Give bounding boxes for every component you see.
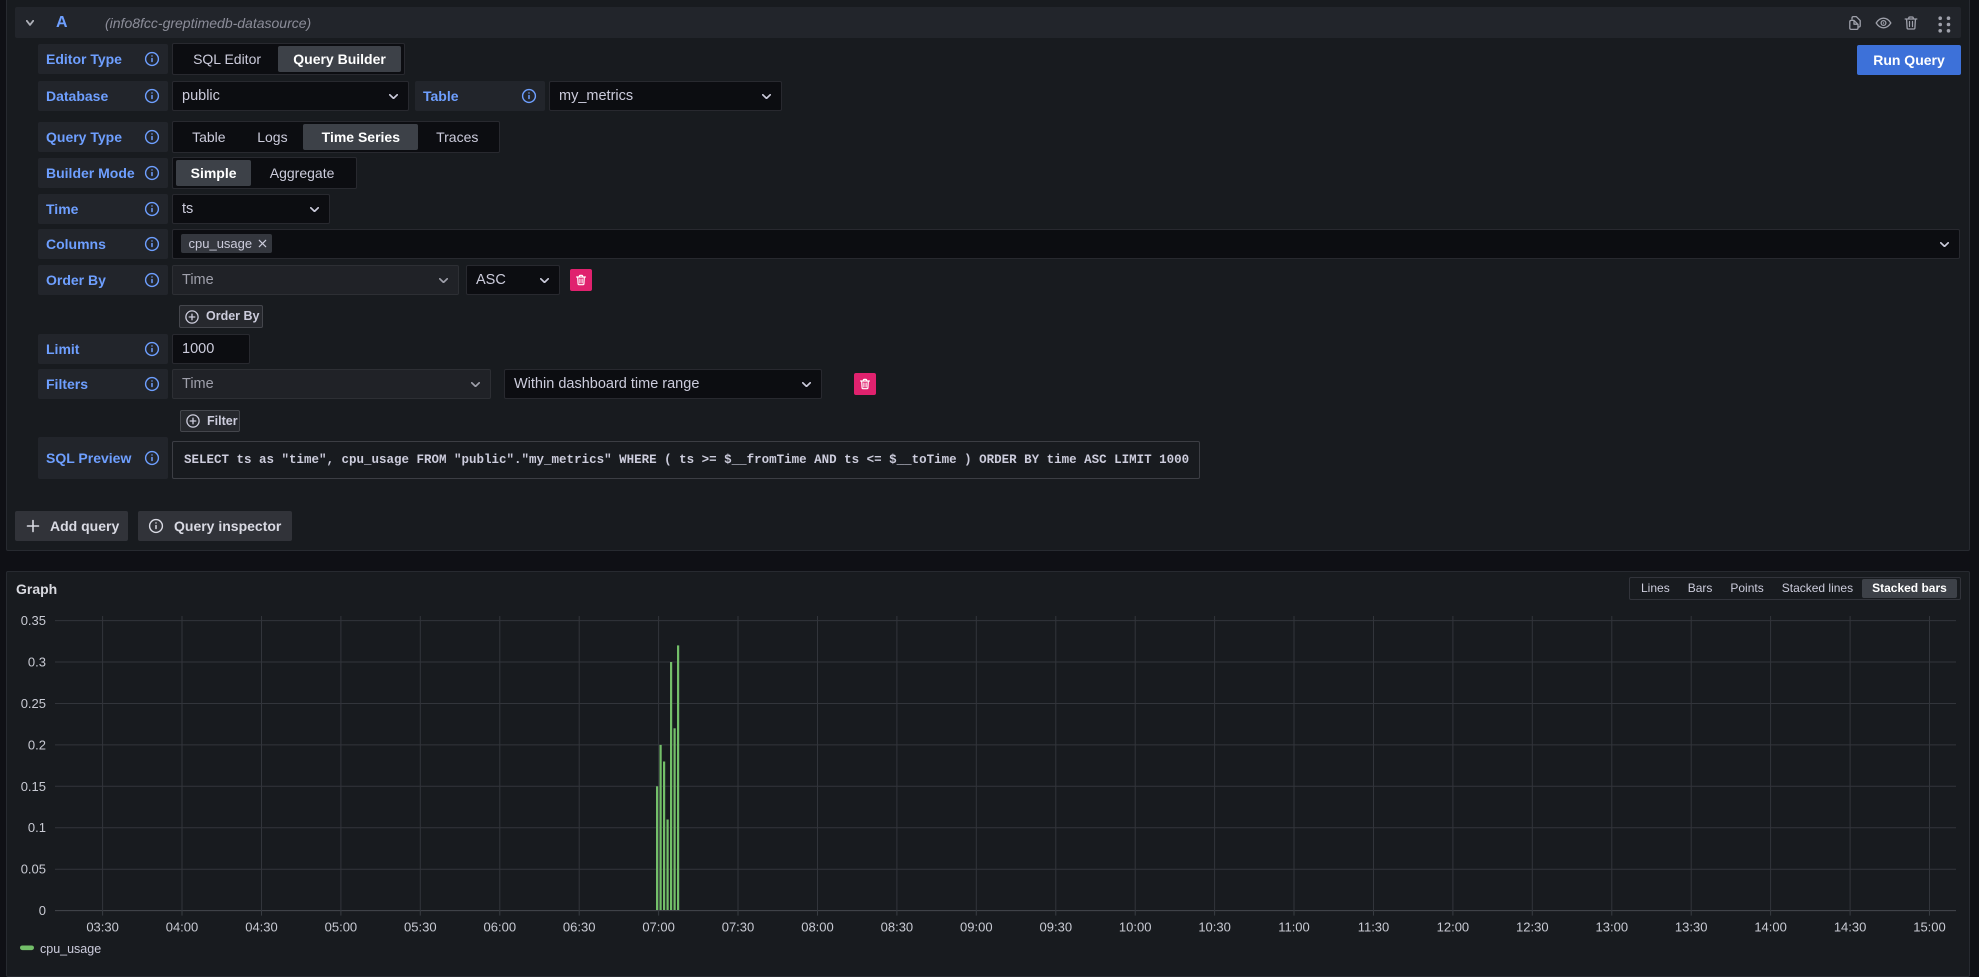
- svg-text:0.35: 0.35: [21, 613, 46, 628]
- svg-text:13:00: 13:00: [1596, 920, 1629, 935]
- svg-text:09:30: 09:30: [1040, 920, 1073, 935]
- svg-text:13:30: 13:30: [1675, 920, 1708, 935]
- svg-text:0.1: 0.1: [28, 820, 46, 835]
- svg-text:11:30: 11:30: [1358, 920, 1390, 935]
- svg-text:0.3: 0.3: [28, 655, 46, 670]
- svg-text:05:30: 05:30: [404, 920, 437, 935]
- svg-text:0.2: 0.2: [28, 737, 46, 752]
- svg-text:04:00: 04:00: [166, 920, 199, 935]
- svg-text:06:00: 06:00: [484, 920, 517, 935]
- svg-text:0: 0: [39, 903, 46, 918]
- svg-text:05:00: 05:00: [325, 920, 358, 935]
- svg-text:03:30: 03:30: [86, 920, 119, 935]
- svg-text:14:30: 14:30: [1834, 920, 1867, 935]
- svg-text:0.25: 0.25: [21, 696, 46, 711]
- svg-text:08:00: 08:00: [801, 920, 834, 935]
- svg-text:11:00: 11:00: [1278, 920, 1310, 935]
- svg-text:15:00: 15:00: [1913, 920, 1946, 935]
- svg-text:0.05: 0.05: [21, 862, 46, 877]
- svg-text:07:00: 07:00: [642, 920, 675, 935]
- svg-text:14:00: 14:00: [1754, 920, 1787, 935]
- svg-text:07:30: 07:30: [722, 920, 755, 935]
- svg-text:0.15: 0.15: [21, 779, 46, 794]
- svg-text:12:00: 12:00: [1437, 920, 1470, 935]
- svg-text:10:00: 10:00: [1119, 920, 1152, 935]
- svg-text:cpu_usage: cpu_usage: [40, 942, 101, 956]
- svg-text:08:30: 08:30: [881, 920, 914, 935]
- svg-text:10:30: 10:30: [1198, 920, 1231, 935]
- svg-text:09:00: 09:00: [960, 920, 993, 935]
- svg-text:12:30: 12:30: [1516, 920, 1549, 935]
- svg-text:06:30: 06:30: [563, 920, 596, 935]
- svg-text:04:30: 04:30: [245, 920, 278, 935]
